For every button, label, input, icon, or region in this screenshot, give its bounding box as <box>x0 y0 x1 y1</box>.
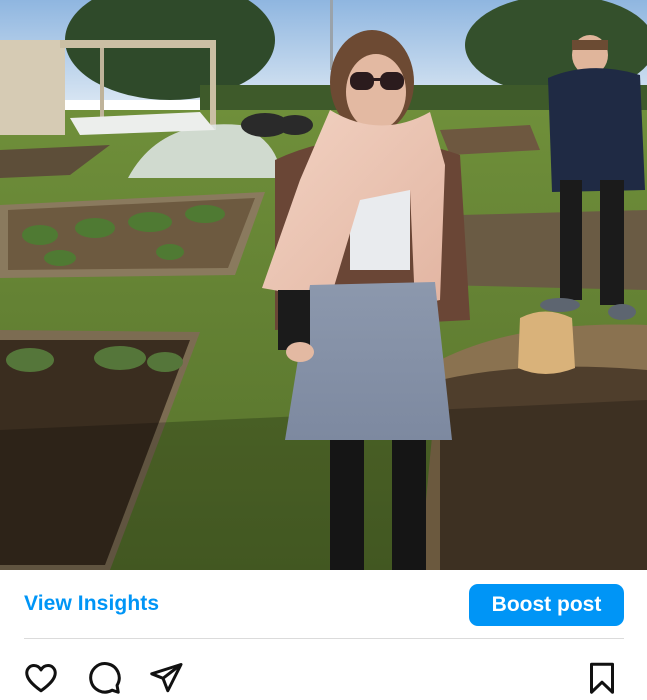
boost-post-button[interactable]: Boost post <box>469 584 624 626</box>
view-insights-link[interactable]: View Insights <box>24 592 159 616</box>
heart-icon[interactable] <box>23 660 59 696</box>
post-action-bar <box>0 652 647 700</box>
insights-bar: View Insights Boost post <box>0 570 647 638</box>
comment-icon[interactable] <box>86 660 122 696</box>
post-photo[interactable] <box>0 0 647 570</box>
share-icon[interactable] <box>148 660 184 696</box>
bookmark-icon[interactable] <box>584 660 620 696</box>
divider <box>24 638 624 639</box>
